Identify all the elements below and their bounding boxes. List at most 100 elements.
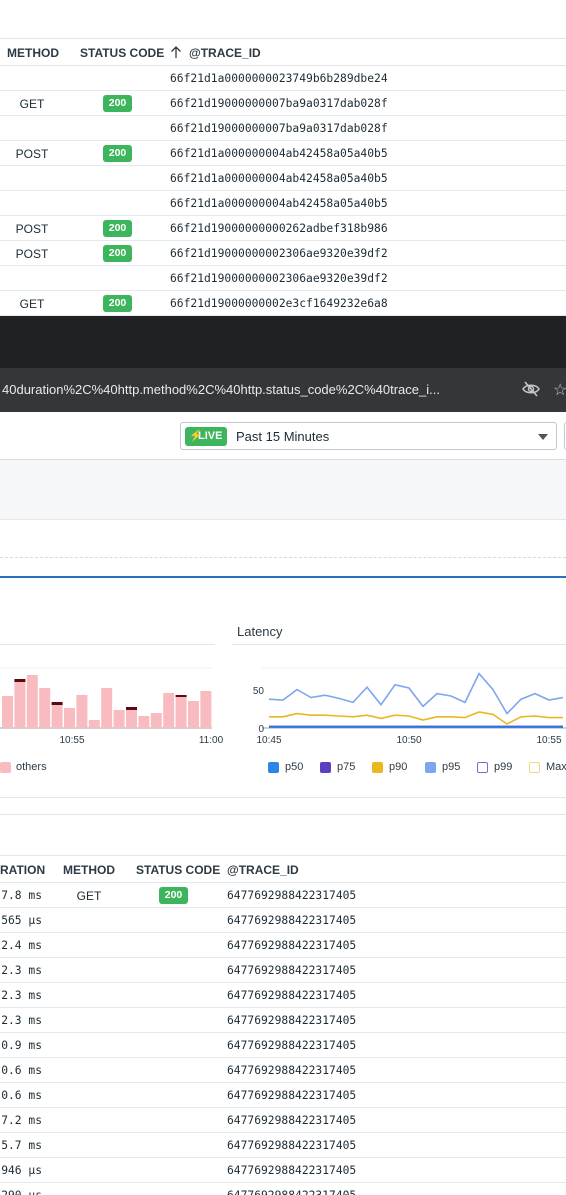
table-row[interactable]: 0.6 ms 6477692988422317405: [0, 1083, 566, 1108]
bar-others[interactable]: [64, 708, 75, 728]
legend-label-p90[interactable]: p90: [389, 761, 407, 773]
legend-label-max[interactable]: Max: [546, 761, 566, 773]
bar-error[interactable]: [14, 679, 26, 682]
bar-others[interactable]: [200, 691, 212, 728]
bar-others[interactable]: [14, 680, 26, 728]
trace-id-cell: 66f21d19000000007ba9a0317dab028f: [170, 122, 388, 135]
chevron-down-icon[interactable]: [538, 434, 548, 440]
top-traces-table: METHOD STATUS CODE @TRACE_ID 66f21d1a000…: [0, 0, 566, 326]
table-row[interactable]: GET 200 66f21d19000000002e3cf1649232e6a8: [0, 291, 566, 316]
latency-legend: p50 p75 p90 p95 p99 Max: [268, 760, 566, 780]
bar-others[interactable]: [88, 720, 100, 728]
table-row[interactable]: 66f21d1a0000000023749b6b289dbe24: [0, 66, 566, 91]
duration-cell: 0.6 ms: [1, 1089, 42, 1102]
bar-others[interactable]: [150, 713, 162, 728]
bar-others[interactable]: [101, 688, 113, 728]
legend-swatch-others[interactable]: [0, 762, 11, 773]
trace-id-cell: 66f21d19000000002306ae9320e39df2: [170, 272, 388, 285]
bar-others[interactable]: [2, 696, 13, 728]
series-line-p95[interactable]: [268, 672, 564, 715]
duration-cell: 7.8 ms: [1, 889, 42, 902]
bar-others[interactable]: [175, 696, 187, 728]
legend-label-others[interactable]: others: [16, 761, 47, 773]
time-range-picker[interactable]: ⚡ LIVE Past 15 Minutes: [180, 422, 557, 450]
bar-others[interactable]: [163, 693, 175, 728]
bar-others[interactable]: [51, 703, 63, 728]
trace-id-cell: 66f21d19000000007ba9a0317dab028f: [170, 97, 388, 110]
column-header-status-code[interactable]: STATUS CODE: [136, 863, 220, 877]
bar-others[interactable]: [113, 710, 125, 728]
legend-label-p50[interactable]: p50: [285, 761, 303, 773]
search-query-band[interactable]: [0, 460, 566, 520]
table-row[interactable]: 66f21d19000000007ba9a0317dab028f: [0, 116, 566, 141]
bar-error[interactable]: [175, 695, 187, 697]
method-cell: GET: [76, 889, 102, 903]
table-row[interactable]: 2.3 ms 6477692988422317405: [0, 958, 566, 983]
legend-swatch-max[interactable]: [529, 762, 540, 773]
bar-others[interactable]: [26, 675, 38, 728]
table-row[interactable]: 290 µs 6477692988422317405: [0, 1183, 566, 1195]
divider: [232, 644, 566, 645]
table-row[interactable]: 2.4 ms 6477692988422317405: [0, 933, 566, 958]
legend-swatch-p99[interactable]: [477, 762, 488, 773]
table-row[interactable]: 5.7 ms 6477692988422317405: [0, 1133, 566, 1158]
status-badge: 200: [103, 220, 132, 237]
trace-id-cell: 6477692988422317405: [227, 1064, 357, 1077]
column-header-method[interactable]: METHOD: [7, 46, 59, 60]
sort-ascending-icon[interactable]: [170, 46, 182, 62]
table-row[interactable]: 7.8 ms GET 200 6477692988422317405: [0, 883, 566, 908]
bar-error[interactable]: [51, 702, 63, 705]
live-badge[interactable]: ⚡ LIVE: [185, 427, 227, 446]
table-row[interactable]: 66f21d19000000002306ae9320e39df2: [0, 266, 566, 291]
column-header-status-code[interactable]: STATUS CODE: [80, 46, 164, 60]
bar-others[interactable]: [138, 716, 150, 728]
legend-swatch-p95[interactable]: [425, 762, 436, 773]
trace-id-cell: 6477692988422317405: [227, 989, 357, 1002]
table-row[interactable]: 2.3 ms 6477692988422317405: [0, 1008, 566, 1033]
duration-cell: 290 µs: [1, 1189, 42, 1195]
duration-cell: 2.3 ms: [1, 989, 42, 1002]
eye-off-icon[interactable]: [522, 381, 540, 400]
legend-label-p75[interactable]: p75: [337, 761, 355, 773]
bar-others[interactable]: [126, 708, 137, 728]
bar-others[interactable]: [188, 701, 199, 728]
table-row[interactable]: 0.9 ms 6477692988422317405: [0, 1033, 566, 1058]
legend-label-p99[interactable]: p99: [494, 761, 512, 773]
column-header-trace-id[interactable]: @TRACE_ID: [227, 863, 299, 877]
legend-label-p95[interactable]: p95: [442, 761, 460, 773]
bar-error[interactable]: [126, 707, 137, 710]
column-header-trace-id[interactable]: @TRACE_ID: [189, 46, 261, 60]
trace-id-cell: 66f21d19000000002e3cf1649232e6a8: [170, 297, 388, 310]
table-row[interactable]: 66f21d1a000000004ab42458a05a40b5: [0, 166, 566, 191]
legend-swatch-p90[interactable]: [372, 762, 383, 773]
method-cell: GET: [19, 297, 45, 311]
table-row[interactable]: 2.3 ms 6477692988422317405: [0, 983, 566, 1008]
series-line-p90[interactable]: [269, 711, 563, 725]
trace-id-cell: 6477692988422317405: [227, 939, 357, 952]
url-text[interactable]: 40duration%2C%40http.method%2C%40http.st…: [2, 382, 440, 397]
duration-cell: 946 µs: [1, 1164, 42, 1177]
x-tick-label: 10:55: [536, 735, 561, 746]
column-header-duration[interactable]: RATION: [0, 863, 45, 877]
duration-cell: 0.9 ms: [1, 1039, 42, 1052]
column-header-method[interactable]: METHOD: [63, 863, 115, 877]
table-row[interactable]: 0.6 ms 6477692988422317405: [0, 1058, 566, 1083]
table-row[interactable]: 946 µs 6477692988422317405: [0, 1158, 566, 1183]
table-row[interactable]: 7.2 ms 6477692988422317405: [0, 1108, 566, 1133]
table-row[interactable]: GET 200 66f21d19000000007ba9a0317dab028f: [0, 91, 566, 116]
trace-id-cell: 6477692988422317405: [227, 1114, 357, 1127]
table-row[interactable]: POST 200 66f21d19000000000262adbef318b986: [0, 216, 566, 241]
table-row[interactable]: POST 200 66f21d1a000000004ab42458a05a40b5: [0, 141, 566, 166]
trace-id-cell: 6477692988422317405: [227, 1014, 357, 1027]
legend-swatch-p50[interactable]: [268, 762, 279, 773]
status-badge: 200: [103, 95, 132, 112]
legend-swatch-p75[interactable]: [320, 762, 331, 773]
star-icon[interactable]: ☆: [553, 380, 566, 400]
browser-address-bar[interactable]: 40duration%2C%40http.method%2C%40http.st…: [0, 368, 566, 412]
trace-id-cell: 66f21d19000000000262adbef318b986: [170, 222, 388, 235]
bar-others[interactable]: [76, 695, 88, 728]
table-row[interactable]: 66f21d1a000000004ab42458a05a40b5: [0, 191, 566, 216]
bar-others[interactable]: [39, 688, 51, 728]
table-row[interactable]: POST 200 66f21d19000000002306ae9320e39df2: [0, 241, 566, 266]
table-row[interactable]: 565 µs 6477692988422317405: [0, 908, 566, 933]
